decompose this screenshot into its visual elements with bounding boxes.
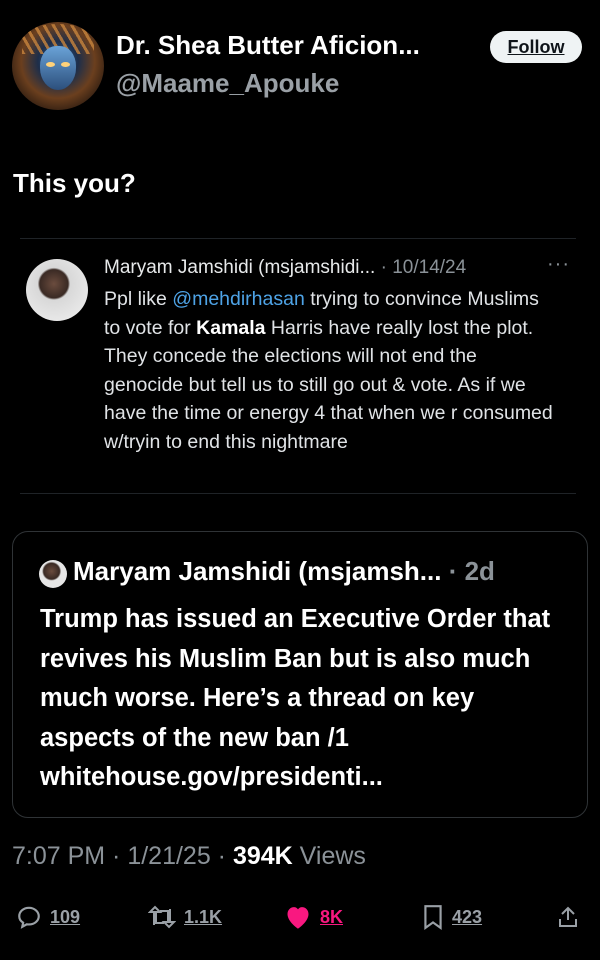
embedded-tweet-body: Ppl like @mehdirhasan trying to convince…	[104, 285, 554, 456]
share-icon	[559, 906, 577, 927]
tweet-header: Dr. Shea Butter Aficion... @Maame_Apouke…	[12, 22, 588, 112]
author-avatar[interactable]	[12, 22, 104, 110]
share-button[interactable]	[556, 895, 580, 939]
bookmark-button[interactable]: 423	[422, 895, 482, 939]
timestamp-text[interactable]: 7:07 PM · 1/21/25 ·	[12, 842, 233, 870]
retweet-icon	[148, 905, 176, 929]
quoted-tweet-author: Maryam Jamshidi (msjamsh...	[73, 556, 442, 586]
quoted-tweet-body: Trump has issued an Executive Order that…	[40, 605, 551, 791]
author-handle[interactable]: @Maame_Apouke	[116, 68, 339, 99]
embedded-body-start: Ppl like	[104, 288, 173, 310]
reply-count: 109	[50, 906, 81, 927]
views-label: Views	[292, 842, 366, 870]
embedded-tweet[interactable]: Maryam Jamshidi (msjamshidi... · 10/14/2…	[20, 238, 576, 494]
avatar-mask	[40, 46, 76, 90]
quoted-tweet-time: · 2d	[441, 556, 495, 586]
embedded-tweet-author[interactable]: Maryam Jamshidi (msjamshidi...	[104, 257, 375, 278]
quoted-tweet-card[interactable]: Maryam Jamshidi (msjamsh... · 2d Trump h…	[12, 531, 588, 818]
views-count: 394K	[232, 842, 293, 870]
heart-icon	[287, 907, 309, 929]
retweet-button[interactable]: 1.1K	[148, 895, 222, 939]
avatar-eye-left	[46, 62, 55, 67]
reply-button[interactable]: 109	[16, 895, 80, 939]
quoted-tweet-avatar	[39, 560, 67, 588]
embedded-tweet-date: · 10/14/24	[375, 257, 467, 278]
embedded-tweet-avatar[interactable]	[26, 259, 88, 321]
like-button[interactable]: 8K	[284, 895, 343, 939]
follow-button[interactable]: Follow	[490, 31, 582, 63]
reply-icon	[18, 906, 40, 929]
more-options-icon[interactable]: ···	[547, 253, 570, 276]
embedded-tweet-meta: Maryam Jamshidi (msjamshidi... · 10/14/2…	[104, 257, 466, 279]
like-count: 8K	[320, 906, 344, 927]
bookmark-count: 423	[452, 906, 483, 927]
quoted-tweet-meta: Maryam Jamshidi (msjamsh... · 2d	[73, 556, 495, 587]
author-display-name[interactable]: Dr. Shea Butter Aficion...	[116, 30, 420, 61]
embedded-body-bold: Kamala	[196, 316, 266, 339]
action-bar: 109 1.1K 8K 423	[0, 895, 600, 939]
avatar-eye-right	[61, 62, 70, 67]
tweet-text: This you?	[13, 168, 136, 198]
retweet-count: 1.1K	[184, 906, 223, 927]
mention-link[interactable]: @mehdirhasan	[172, 288, 305, 310]
tweet-timestamp: 7:07 PM · 1/21/25 · 394K Views	[12, 842, 366, 871]
bookmark-icon	[424, 905, 442, 930]
